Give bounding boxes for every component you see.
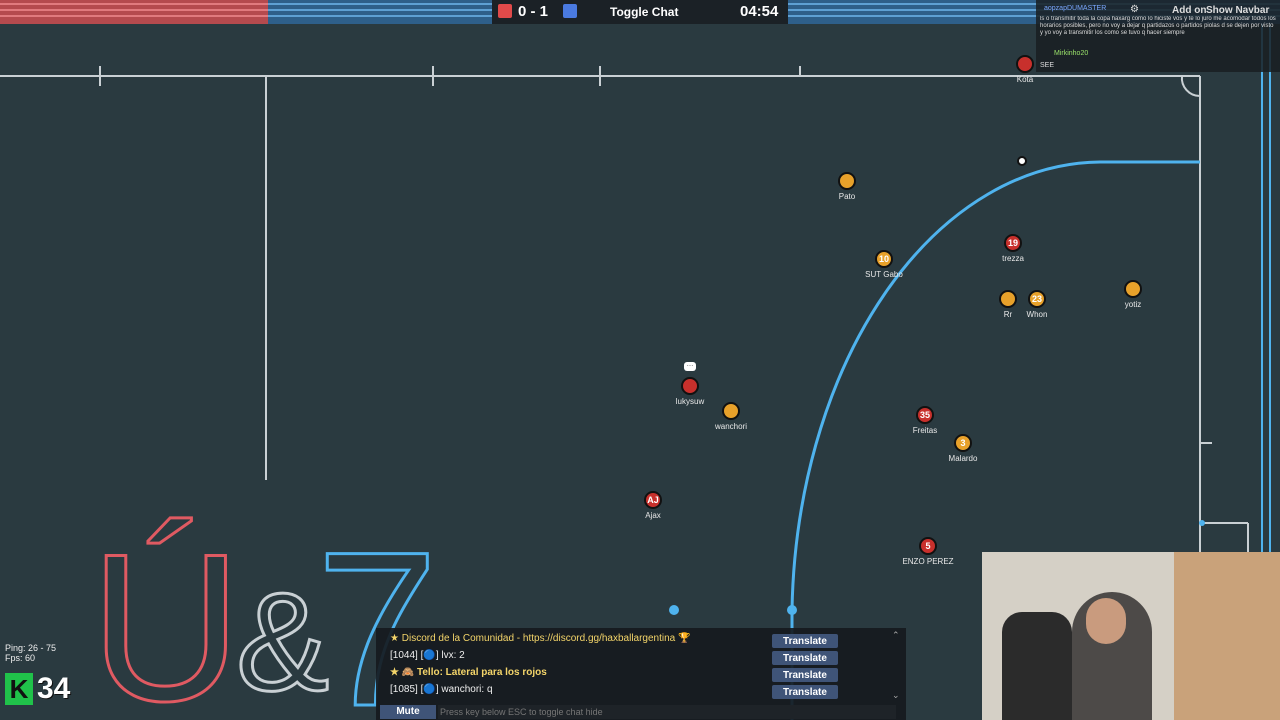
player: 19 trezza	[1002, 234, 1024, 263]
translate-button[interactable]: Translate	[772, 685, 838, 699]
player: 3 Malardo	[949, 434, 977, 463]
translate-button[interactable]: Translate	[772, 668, 838, 682]
mute-button[interactable]: Mute	[380, 705, 436, 719]
chat-input[interactable]	[438, 705, 896, 719]
blue-post	[787, 605, 797, 615]
stream-chat-user: aopzapDUMASTER	[1044, 5, 1107, 12]
player: wanchori	[715, 402, 747, 431]
svg-text:Ú: Ú	[90, 510, 242, 720]
gear-icon[interactable]: ⚙	[1130, 4, 1139, 15]
player: Kota	[1016, 55, 1034, 84]
red-team-indicator	[498, 4, 512, 18]
show-navbar-button[interactable]: Show Navbar	[1206, 5, 1269, 16]
chat-line: [1044] [🔵] lvx: 2	[390, 650, 465, 661]
stream-chat-user: Mirkinho20	[1054, 50, 1089, 57]
chat-line: [1085] [🔵] wanchori: q	[390, 684, 493, 695]
player: Rr	[999, 290, 1017, 319]
fps-readout: Fps: 60	[5, 653, 36, 663]
chevron-up-icon[interactable]: ⌃	[892, 630, 900, 641]
webcam-face	[1086, 598, 1126, 644]
scoreboard: 0 - 1 Toggle Chat 04:54	[492, 0, 788, 24]
typing-bubble-icon: …	[684, 361, 696, 371]
goal-post	[1199, 520, 1205, 526]
translate-button[interactable]: Translate	[772, 651, 838, 665]
player: 35 Freitas	[913, 406, 937, 435]
player: 23 Whon	[1027, 290, 1047, 319]
webcam-shelf	[1174, 552, 1280, 720]
connection-stats: Ping: 26 - 75 Fps: 60	[5, 643, 56, 663]
webcam-chair	[1002, 612, 1072, 720]
ping-readout: Ping: 26 - 75	[5, 643, 57, 653]
stream-chat-message: SEE	[1040, 62, 1055, 69]
streamer-webcam	[982, 552, 1280, 720]
player: lukysuw	[676, 377, 704, 406]
chat-line: ★ Discord de la Comunidad - https://disc…	[390, 633, 691, 644]
logo-number: 34	[37, 672, 71, 705]
chat-line: ★ 🙈 Tello: Lateral para los rojos	[390, 667, 547, 678]
add-on-button[interactable]: Add on	[1172, 5, 1206, 16]
player: 10 SUT Gabo	[865, 250, 903, 279]
player: 5 ENZO PEREZ	[902, 537, 954, 566]
chevron-down-icon[interactable]: ⌄	[892, 690, 900, 701]
channel-logo: K 34	[5, 668, 81, 710]
player: Pato	[838, 172, 856, 201]
stream-chat-overlay: aopzapDUMASTER ⚙ Add on Show Navbar ls o…	[1036, 0, 1280, 72]
toggle-chat-button[interactable]: Toggle Chat	[610, 5, 678, 19]
score: 0 - 1	[518, 3, 549, 20]
player: yotiz	[1124, 280, 1142, 309]
game-chat: ★ Discord de la Comunidad - https://disc…	[376, 628, 906, 720]
stream-chat-message: ls o transmitir toda la copa haxarg como…	[1040, 16, 1276, 36]
translate-button[interactable]: Translate	[772, 634, 838, 648]
blue-marker	[669, 605, 679, 615]
match-timer: 04:54	[740, 3, 779, 20]
ball	[1017, 156, 1027, 166]
player: AJ Ajax	[644, 491, 662, 520]
logo-letter: K	[5, 673, 33, 705]
blue-team-indicator	[563, 4, 577, 18]
